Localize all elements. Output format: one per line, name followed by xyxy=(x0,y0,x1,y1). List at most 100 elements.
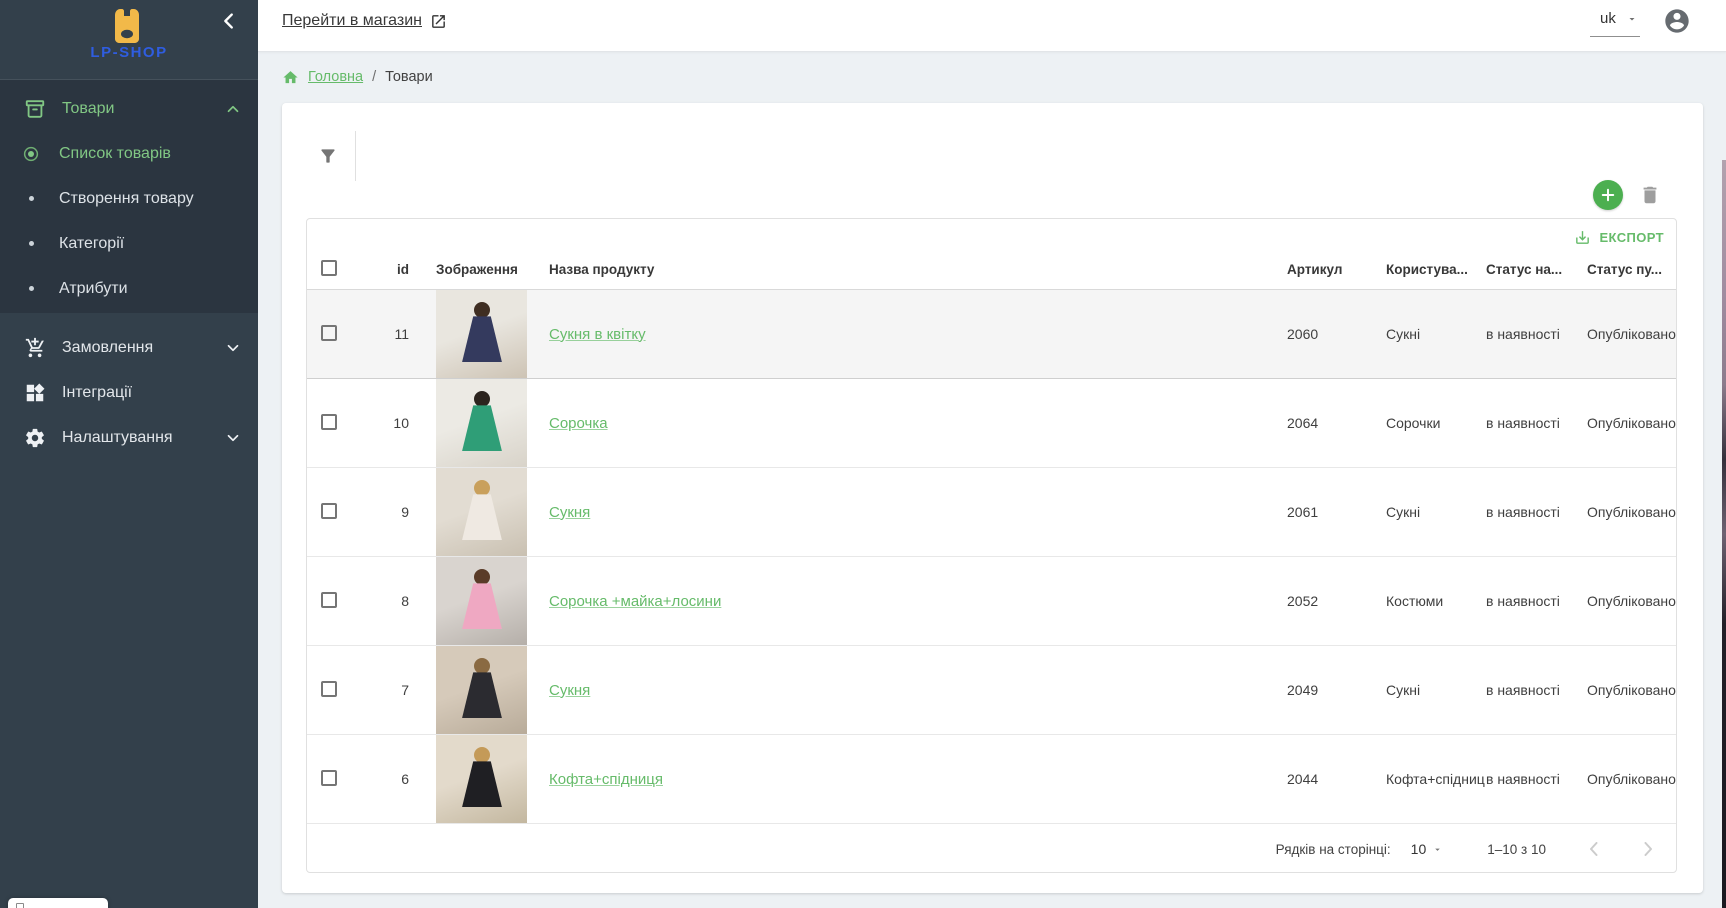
cell-id: 6 xyxy=(353,771,409,787)
product-image xyxy=(436,646,527,734)
filter-funnel-icon[interactable] xyxy=(318,146,338,166)
product-name-link[interactable]: Сукня в квітку xyxy=(549,326,646,343)
topbar: Перейти в магазин uk xyxy=(258,0,1726,52)
cell-id: 10 xyxy=(353,415,409,431)
cell-id: 11 xyxy=(353,326,409,342)
row-checkbox[interactable] xyxy=(321,592,337,608)
product-name-link[interactable]: Сорочка xyxy=(549,415,608,432)
content-paper: ЕКСПОРТ id Зображення Назва продукту Арт… xyxy=(282,103,1703,893)
pagination-range: 1–10 з 10 xyxy=(1487,842,1546,857)
header-sku: Артикул xyxy=(1287,262,1386,277)
select-all-checkbox[interactable] xyxy=(321,260,337,276)
language-select[interactable]: uk xyxy=(1590,10,1640,37)
plus-icon xyxy=(1599,186,1617,204)
cell-id: 7 xyxy=(353,682,409,698)
table-row[interactable]: 11 Сукня в квітку 2060 Сукні в наявності… xyxy=(307,290,1676,379)
language-value: uk xyxy=(1600,10,1616,27)
cell-published: Опубліковано xyxy=(1587,682,1676,698)
sidebar-item-attributes[interactable]: Атрибути xyxy=(0,266,258,311)
rows-per-page-select[interactable]: 10 xyxy=(1411,841,1444,857)
table-row[interactable]: 9 Сукня 2061 Сукні в наявності Опубліков… xyxy=(307,468,1676,557)
breadcrumb-home-link[interactable]: Головна xyxy=(308,69,363,85)
product-name-link[interactable]: Кофта+спідниця xyxy=(549,771,663,788)
radio-selected-icon xyxy=(22,145,40,163)
external-link-icon xyxy=(430,13,447,30)
sidebar-item-integrations[interactable]: Інтеграції xyxy=(0,370,258,415)
header-published: Статус пу... xyxy=(1587,262,1676,277)
sidebar-item-label: Товари xyxy=(62,100,224,118)
cell-stock: в наявності xyxy=(1486,593,1587,609)
cell-category: Кофта+спідниц xyxy=(1386,771,1486,787)
row-checkbox[interactable] xyxy=(321,503,337,519)
cell-category: Костюми xyxy=(1386,593,1486,609)
table-row[interactable]: 10 Сорочка 2064 Сорочки в наявності Опуб… xyxy=(307,379,1676,468)
row-checkbox[interactable] xyxy=(321,325,337,341)
cell-published: Опубліковано xyxy=(1587,326,1676,342)
home-icon xyxy=(282,69,299,86)
add-product-button[interactable] xyxy=(1593,180,1623,210)
table-row[interactable]: 6 Кофта+спідниця 2044 Кофта+спідниц в на… xyxy=(307,735,1676,824)
select-underline xyxy=(1590,36,1640,37)
next-page-icon[interactable] xyxy=(1636,837,1660,861)
prev-page-icon[interactable] xyxy=(1582,837,1606,861)
cell-stock: в наявності xyxy=(1486,771,1587,787)
sidebar-item-settings[interactable]: Налаштування xyxy=(0,415,258,460)
sidebar-item-label: Створення товару xyxy=(59,190,194,208)
sidebar-item-label: Атрибути xyxy=(59,280,128,298)
right-edge-sliver xyxy=(1722,160,1726,908)
cell-stock: в наявності xyxy=(1486,682,1587,698)
inventory-box-icon xyxy=(24,98,46,120)
table-row[interactable]: 7 Сукня 2049 Сукні в наявності Опубліков… xyxy=(307,646,1676,735)
pagination: Рядків на сторінці: 10 1–10 з 10 xyxy=(307,824,1676,873)
cell-sku: 2044 xyxy=(1287,771,1386,787)
cell-sku: 2049 xyxy=(1287,682,1386,698)
cell-id: 8 xyxy=(353,593,409,609)
delete-button[interactable] xyxy=(1639,184,1661,206)
chevron-down-icon xyxy=(224,339,242,357)
product-name-link[interactable]: Сукня xyxy=(549,682,590,699)
sidebar-item-categories[interactable]: Категорії xyxy=(0,221,258,266)
product-name-link[interactable]: Сорочка +майка+лосини xyxy=(549,593,721,610)
sidebar-item-product-list[interactable]: Список товарів xyxy=(0,131,258,176)
logo-text: LP-SHOP xyxy=(0,44,258,61)
export-button[interactable]: ЕКСПОРТ xyxy=(1574,229,1664,246)
sidebar-item-label: Налаштування xyxy=(62,429,224,447)
go-to-store-link[interactable]: Перейти в магазин xyxy=(282,12,447,30)
product-image xyxy=(436,735,527,823)
sidebar-item-create-product[interactable]: Створення товару xyxy=(0,176,258,221)
bullet-icon xyxy=(22,235,40,253)
header-id: id xyxy=(353,262,409,277)
filter-divider xyxy=(355,131,356,181)
row-checkbox[interactable] xyxy=(321,414,337,430)
product-name-link[interactable]: Сукня xyxy=(549,504,590,521)
cell-sku: 2064 xyxy=(1287,415,1386,431)
export-label: ЕКСПОРТ xyxy=(1599,230,1664,245)
sidebar-item-products[interactable]: Товари xyxy=(0,86,258,131)
chevron-down-icon xyxy=(224,429,242,447)
cell-category: Сукні xyxy=(1386,682,1486,698)
table-row[interactable]: 8 Сорочка +майка+лосини 2052 Костюми в н… xyxy=(307,557,1676,646)
sidebar-item-orders[interactable]: Замовлення xyxy=(0,325,258,370)
breadcrumb: Головна / Товари xyxy=(282,62,433,92)
breadcrumb-current: Товари xyxy=(385,69,433,85)
bullet-icon xyxy=(22,190,40,208)
table-header-row: id Зображення Назва продукту Артикул Кор… xyxy=(307,249,1676,290)
cell-published: Опубліковано xyxy=(1587,593,1676,609)
sidebar-item-label: Список товарів xyxy=(59,145,171,163)
products-table-card: ЕКСПОРТ id Зображення Назва продукту Арт… xyxy=(306,218,1677,873)
account-avatar-icon[interactable] xyxy=(1663,7,1691,35)
row-checkbox[interactable] xyxy=(321,681,337,697)
row-checkbox[interactable] xyxy=(321,770,337,786)
small-glyph-icon xyxy=(16,903,24,908)
sidebar-item-label: Інтеграції xyxy=(62,384,242,402)
cell-sku: 2061 xyxy=(1287,504,1386,520)
download-icon xyxy=(1574,229,1591,246)
product-image xyxy=(436,290,527,378)
table-body: 11 Сукня в квітку 2060 Сукні в наявності… xyxy=(307,290,1676,824)
cell-published: Опубліковано xyxy=(1587,504,1676,520)
cell-stock: в наявності xyxy=(1486,504,1587,520)
product-image xyxy=(436,468,527,556)
header-name: Назва продукту xyxy=(527,262,1287,277)
sidebar-collapse-icon[interactable] xyxy=(218,10,240,32)
cell-stock: в наявності xyxy=(1486,415,1587,431)
